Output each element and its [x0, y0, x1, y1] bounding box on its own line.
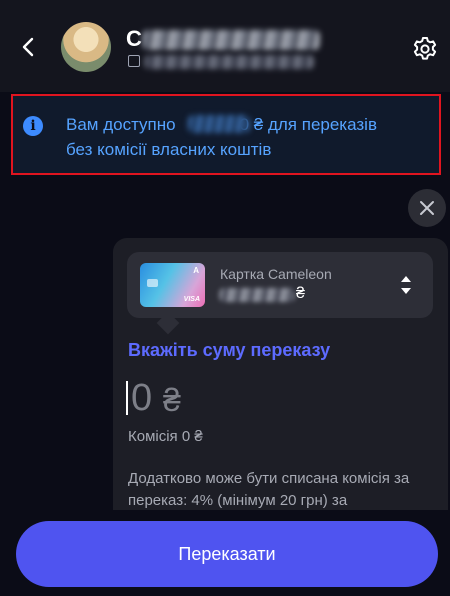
card-selector[interactable]: A VISA Картка Cameleon ₴	[127, 252, 433, 318]
info-text-end: 0 ₴ для переказів	[239, 115, 377, 134]
contact-subtitle-redaction	[144, 55, 314, 69]
amount-title: Вкажіть суму переказу	[128, 340, 331, 360]
account-icon	[128, 55, 140, 67]
contact-name: C	[126, 26, 142, 51]
info-banner: i Вам доступно 0 ₴ для переказів без комі…	[11, 94, 441, 175]
chevron-left-icon[interactable]	[18, 36, 40, 58]
close-button[interactable]	[408, 189, 446, 227]
commission-note: Додатково може бути списана комісія за п…	[128, 470, 410, 509]
chat-header: C	[0, 0, 450, 92]
chevron-up-down-icon	[401, 276, 411, 294]
info-text-line2: без комісії власних коштів	[66, 140, 272, 159]
amount-input[interactable]: 0	[131, 377, 152, 420]
visa-logo: VISA	[183, 296, 200, 303]
text-cursor	[126, 381, 128, 415]
info-amount-redaction	[188, 115, 250, 133]
transfer-button[interactable]: Переказати	[16, 521, 438, 587]
bank-logo: A	[193, 266, 199, 275]
card-thumbnail: A VISA	[140, 263, 205, 307]
card-balance-redaction	[219, 288, 295, 302]
card-name: Картка Cameleon	[220, 266, 332, 282]
amount-currency: ₴	[163, 382, 181, 418]
commission-text: Комісія 0 ₴	[128, 428, 203, 445]
card-chip	[147, 279, 158, 287]
info-icon: i	[23, 116, 43, 136]
gear-icon[interactable]	[412, 36, 438, 62]
contact-name-redaction	[142, 30, 320, 50]
card-currency: ₴	[296, 285, 305, 302]
avatar[interactable]	[61, 22, 111, 72]
close-icon	[420, 201, 434, 215]
info-text-start: Вам доступно	[66, 115, 176, 134]
